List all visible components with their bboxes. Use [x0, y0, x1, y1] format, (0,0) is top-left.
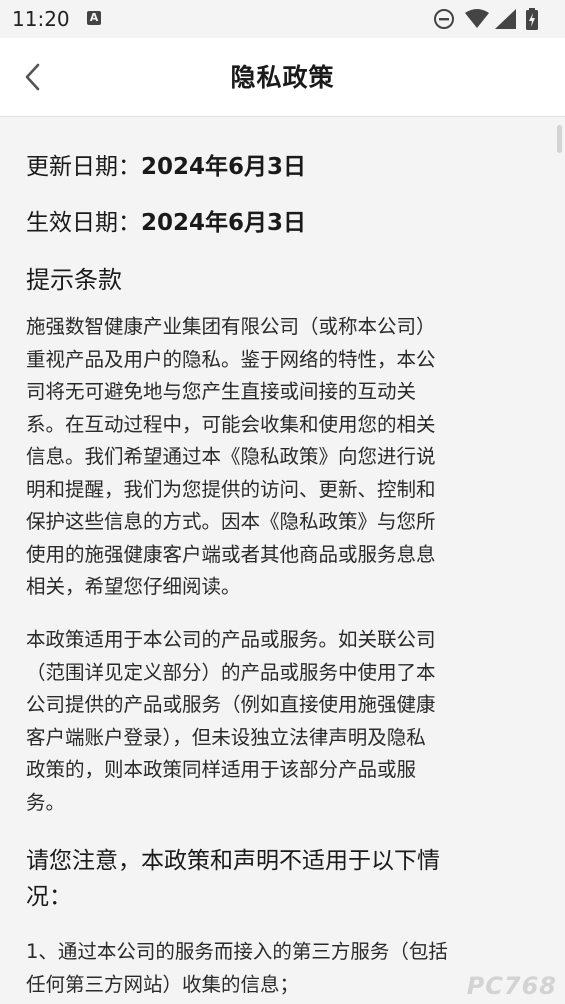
paragraph-line: 信息。我们希望通过本《隐私政策》向您进行说 — [26, 445, 436, 468]
policy-content[interactable]: 更新日期：2024年6月3日 生效日期：2024年6月3日 提示条款 施强数智健… — [0, 117, 565, 1004]
notice-line: 况： — [26, 884, 72, 910]
paragraph-line: 相关，希望您仔细阅读。 — [26, 575, 241, 598]
paragraph-line: 任何第三方网站）收集的信息； — [26, 972, 300, 996]
paragraph-line: 明和提醒，我们为您提供的访问、更新、控制和 — [26, 477, 436, 501]
update-date-row: 更新日期：2024年6月3日 — [26, 147, 306, 181]
paragraph-line: 本政策适用于本公司的产品或服务。如关联公司 — [26, 628, 436, 651]
status-bar: 11:20 A — [0, 0, 565, 38]
effective-date-row: 生效日期：2024年6月3日 — [26, 203, 306, 237]
battery-icon — [525, 8, 539, 34]
notification-icon: A — [87, 11, 101, 25]
paragraph-line: 公司提供的产品或服务（例如直接使用施强健康 — [26, 693, 436, 716]
paragraph-line: 重视产品及用户的隐私。鉴于网络的特性，本公 — [26, 347, 436, 371]
watermark-logo: PC768 — [466, 972, 557, 1000]
notice-heading: 请您注意，本政策和声明不适用于以下情 况： — [26, 843, 526, 915]
paragraph-line: 1、通过本公司的服务而接入的第三方服务（包括 — [26, 940, 448, 963]
page-title: 隐私政策 — [230, 63, 335, 92]
exclusion-item-1: 1、通过本公司的服务而接入的第三方服务（包括 任何第三方网站）收集的信息； — [26, 936, 526, 1001]
wifi-icon — [465, 9, 489, 33]
paragraph-line: 使用的施强健康客户端或者其他商品或服务息息 — [26, 542, 436, 566]
paragraph-line: 务。 — [26, 790, 66, 814]
paragraph-line: 客户端账户登录），但未设独立法律声明及隐私 — [26, 725, 426, 749]
update-date-label: 更新日期： — [26, 154, 141, 180]
paragraph-line: 施强数智健康产业集团有限公司（或称本公司） — [26, 315, 436, 338]
app-header: 隐私政策 — [0, 38, 565, 117]
intro-paragraph: 施强数智健康产业集团有限公司（或称本公司） 重视产品及用户的隐私。鉴于网络的特性… — [26, 311, 526, 604]
scrollbar[interactable] — [557, 125, 562, 153]
status-time: 11:20 — [12, 7, 70, 31]
scope-paragraph: 本政策适用于本公司的产品或服务。如关联公司 （范围详见定义部分）的产品或服务中使… — [26, 624, 526, 819]
status-icons — [433, 8, 553, 30]
section-title: 提示条款 — [26, 266, 122, 294]
paragraph-line: 司将无可避免地与您产生直接或间接的互动关 — [26, 380, 417, 403]
effective-date-label: 生效日期： — [26, 210, 141, 236]
signal-icon — [495, 9, 517, 33]
paragraph-line: 保护这些信息的方式。因本《隐私政策》与您所 — [26, 510, 436, 533]
notice-line: 请您注意，本政策和声明不适用于以下情 — [26, 848, 440, 874]
do-not-disturb-icon — [433, 8, 455, 34]
paragraph-line: 政策的，则本政策同样适用于该部分产品或服 — [26, 758, 417, 781]
update-date-value: 2024年6月3日 — [141, 154, 307, 180]
effective-date-value: 2024年6月3日 — [141, 210, 307, 236]
paragraph-line: （范围详见定义部分）的产品或服务中使用了本 — [26, 660, 436, 684]
paragraph-line: 系。在互动过程中，可能会收集和使用您的相关 — [26, 412, 436, 436]
